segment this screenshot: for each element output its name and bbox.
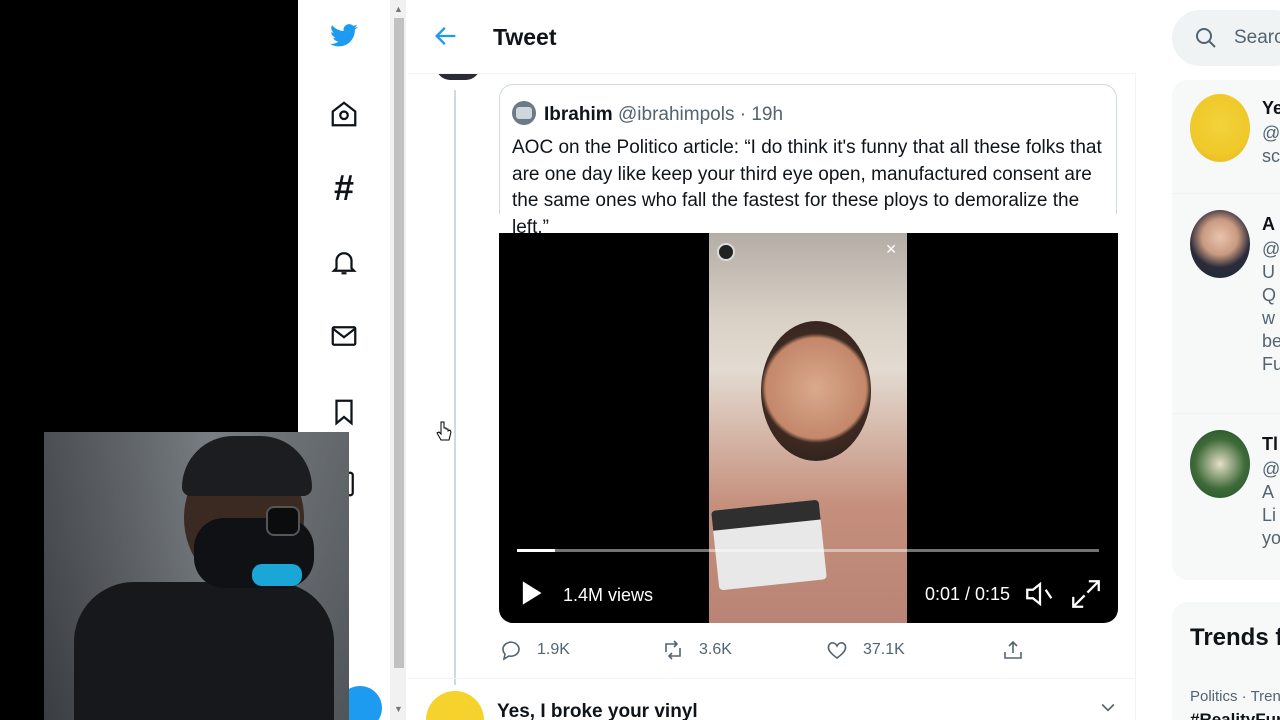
trends-panel: Trends for you Politics · Trending #Real…: [1172, 602, 1280, 720]
video-time: 0:01 / 0:15: [925, 584, 1011, 604]
story-avatar: [717, 243, 735, 261]
heart-icon: [827, 642, 847, 659]
like-button[interactable]: 37.1K: [825, 638, 905, 662]
right-sidebar: Search Twitter Ye @ sc A @ U Q w be Fu T…: [1164, 0, 1280, 720]
scrollbar-thumb[interactable]: [394, 18, 404, 668]
who-to-follow-panel: Ye @ sc A @ U Q w be Fu Tl @ A Li yo: [1172, 80, 1280, 580]
chevron-down-icon[interactable]: [1098, 697, 1118, 717]
reply-button[interactable]: 1.9K: [499, 638, 570, 662]
follow-text: @ U Q w be Fu: [1262, 239, 1280, 374]
question-card: [711, 499, 827, 591]
play-icon[interactable]: [517, 579, 545, 607]
bookmarks-icon[interactable]: [326, 394, 362, 430]
follow-name[interactable]: Ye: [1262, 98, 1280, 119]
scroll-up-arrow-icon[interactable]: ▲: [394, 4, 403, 14]
trend-category: Politics · Trending: [1190, 688, 1280, 705]
follow-avatar[interactable]: [1190, 94, 1250, 162]
page-title: Tweet: [493, 24, 557, 50]
reply-count: 1.9K: [537, 641, 570, 658]
twitter-window: # ▲ ▼ Tweet Ibrahim @ibrahimpols · 19h A…: [298, 0, 1280, 720]
follow-suggestion[interactable]: Tl @ A Li yo: [1172, 416, 1280, 580]
follow-text: @ A Li yo: [1262, 459, 1280, 548]
retweet-icon: [665, 640, 681, 660]
video-progress-track[interactable]: [517, 549, 1099, 552]
quoted-author-avatar[interactable]: [512, 101, 536, 125]
fullscreen-icon[interactable]: [1069, 577, 1103, 611]
follow-avatar[interactable]: [1190, 430, 1250, 498]
video-progress-fill: [517, 549, 555, 552]
webcam-overlay: [44, 432, 349, 720]
twitter-logo-icon[interactable]: [326, 18, 362, 54]
next-tweet[interactable]: Yes, I broke your vinyl: [408, 678, 1136, 720]
share-icon: [1004, 640, 1022, 659]
tweet-actions: 1.9K 3.6K 37.1K: [499, 638, 1117, 668]
video-frame: ✕: [709, 233, 907, 623]
back-arrow-icon[interactable]: [432, 22, 460, 50]
trends-title: Trends for you: [1190, 624, 1280, 651]
thread-line: [454, 90, 456, 685]
follow-name[interactable]: Tl: [1262, 434, 1278, 455]
quoted-author-handle: @ibrahimpols · 19h: [618, 104, 784, 125]
video-views: 1.4M views: [563, 585, 654, 605]
explore-hashtag-icon[interactable]: #: [326, 170, 362, 206]
next-tweet-avatar[interactable]: [426, 691, 484, 720]
main-column: Tweet Ibrahim @ibrahimpols · 19h AOC on …: [408, 0, 1136, 720]
search-input[interactable]: Search Twitter: [1172, 10, 1280, 66]
next-tweet-author[interactable]: Yes, I broke your vinyl: [497, 701, 698, 720]
retweet-button[interactable]: 3.6K: [661, 638, 732, 662]
trend-hashtag[interactable]: #RealityFunds: [1190, 710, 1280, 720]
video-player[interactable]: ✕ 1.4M views 0:01 / 0:15: [499, 233, 1118, 623]
story-close-icon: ✕: [885, 241, 897, 257]
retweet-count: 3.6K: [699, 641, 732, 658]
follow-avatar[interactable]: [1190, 210, 1250, 278]
share-button[interactable]: [1001, 638, 1039, 662]
notifications-bell-icon[interactable]: [326, 244, 362, 280]
quoted-author-name[interactable]: Ibrahim: [544, 104, 613, 126]
reply-icon: [502, 641, 520, 661]
quoted-tweet[interactable]: Ibrahim @ibrahimpols · 19h AOC on the Po…: [499, 84, 1117, 238]
follow-suggestion[interactable]: Ye @ sc: [1172, 80, 1280, 194]
like-count: 37.1K: [863, 641, 905, 658]
follow-name[interactable]: A: [1262, 214, 1275, 235]
volume-muted-icon[interactable]: [1023, 577, 1057, 611]
speaker-face: [761, 321, 871, 461]
scroll-down-arrow-icon[interactable]: ▼: [394, 704, 403, 714]
messages-envelope-icon[interactable]: [326, 318, 362, 354]
home-icon[interactable]: [326, 96, 362, 132]
follow-suggestion[interactable]: A @ U Q w be Fu: [1172, 196, 1280, 414]
search-placeholder: Search Twitter: [1234, 27, 1280, 48]
quoted-tweet-text: AOC on the Politico article: “I do think…: [512, 137, 1102, 238]
page-header: Tweet: [408, 0, 1136, 74]
search-icon: [1196, 28, 1216, 48]
hand-cursor-icon: [436, 421, 452, 441]
follow-text: @ sc: [1262, 123, 1280, 166]
